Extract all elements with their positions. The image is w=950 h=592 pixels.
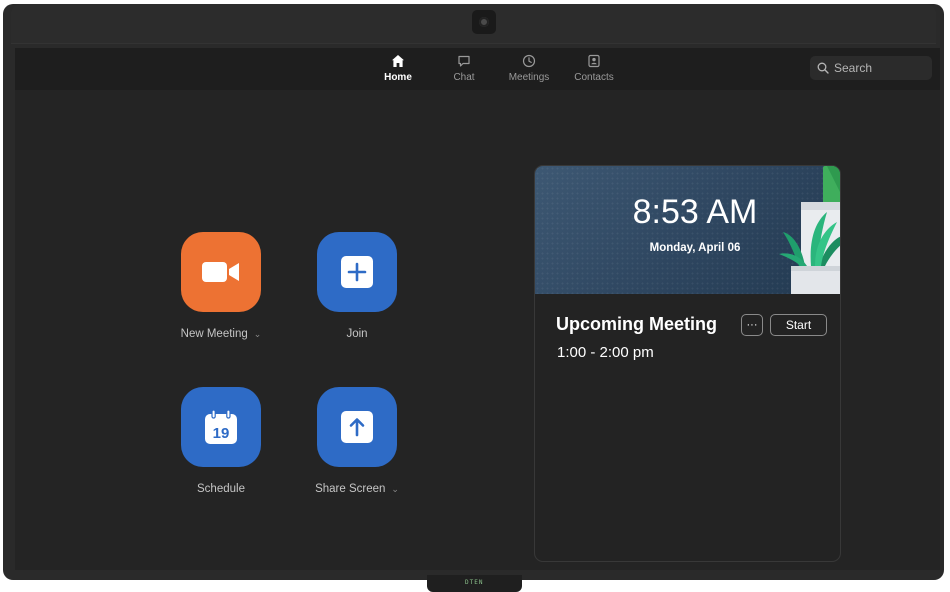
plus-icon: [341, 256, 373, 288]
current-time: 8:53 AM: [632, 193, 758, 231]
upcoming-meeting-card: 8:53 AM Monday, April 06 Upcoming Meetin: [534, 165, 841, 562]
camera-icon: [472, 10, 496, 34]
new-meeting-button[interactable]: [181, 232, 261, 312]
clock-banner: 8:53 AM Monday, April 06: [535, 166, 840, 294]
search-icon: [817, 62, 829, 74]
start-button[interactable]: Start: [770, 314, 827, 336]
tab-contacts-label: Contacts: [574, 72, 614, 83]
tab-meetings[interactable]: Meetings: [497, 52, 561, 88]
tab-home[interactable]: Home: [366, 52, 430, 88]
new-meeting-label: New Meeting ⌄: [146, 328, 296, 340]
tab-contacts[interactable]: Contacts: [562, 52, 626, 88]
join-label: Join: [346, 328, 368, 340]
home-icon: [392, 55, 404, 67]
join-button[interactable]: [317, 232, 397, 312]
video-camera-icon: [202, 262, 239, 282]
share-screen-text: Share Screen: [315, 483, 386, 495]
tab-home-label: Home: [384, 72, 412, 83]
app-screen: Home Chat Meetings Contacts Search New M…: [15, 48, 940, 570]
meeting-time-slot: 1:00 - 2:00 pm: [557, 344, 654, 361]
contacts-icon: [588, 54, 600, 68]
tab-meetings-label: Meetings: [508, 72, 550, 83]
current-date: Monday, April 06: [649, 242, 741, 254]
search-input[interactable]: [834, 59, 926, 77]
schedule-button[interactable]: 19: [181, 387, 261, 467]
calendar-day: 19: [213, 425, 230, 442]
calendar-icon: 19: [205, 409, 237, 444]
top-nav: Home Chat Meetings Contacts Search: [15, 48, 940, 90]
share-screen-label: Share Screen ⌄: [282, 483, 432, 495]
clock-icon: [522, 54, 536, 68]
upcoming-meeting-title: Upcoming Meeting: [556, 314, 717, 334]
search-box[interactable]: [810, 56, 932, 80]
chevron-down-icon[interactable]: ⌄: [254, 329, 262, 339]
chevron-down-icon[interactable]: ⌄: [391, 484, 399, 494]
bezel-top: [11, 4, 936, 44]
share-screen-button[interactable]: [317, 387, 397, 467]
stand-logo: DTEN: [465, 579, 484, 586]
more-options-button[interactable]: ···: [741, 314, 763, 336]
monitor-bezel: Home Chat Meetings Contacts Search New M…: [3, 4, 944, 580]
chat-icon: [458, 55, 470, 67]
new-meeting-text: New Meeting: [180, 328, 248, 340]
upload-arrow-icon: [341, 411, 373, 443]
schedule-label: Schedule: [197, 483, 245, 495]
tab-chat[interactable]: Chat: [432, 52, 496, 88]
plant-illustration: [779, 166, 840, 294]
tab-chat-label: Chat: [453, 72, 475, 83]
monitor-stand: DTEN: [427, 575, 522, 592]
